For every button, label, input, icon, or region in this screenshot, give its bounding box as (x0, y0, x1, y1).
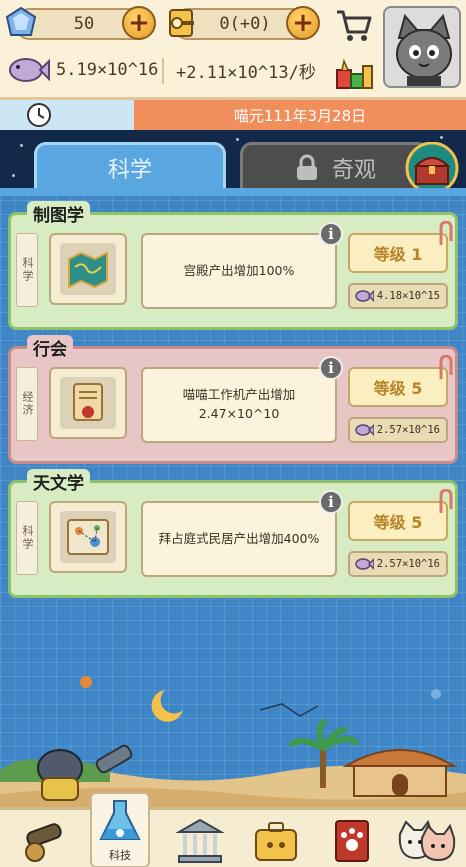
nav-cat-case[interactable] (246, 814, 306, 867)
gem-count: 50 (73, 14, 95, 34)
card-description: 宫殿产出增加100% (141, 233, 337, 309)
cat-avatar-icon (396, 13, 452, 86)
panel-top-edge (0, 188, 466, 196)
divider (162, 58, 164, 84)
desert-scenery (0, 676, 466, 807)
card-category-label: 行会 (27, 335, 73, 360)
card-description: 拜占庭式民居产出增加400% (141, 501, 337, 577)
paw-book-icon (335, 820, 369, 862)
cost-value: 2.57×10^16 (376, 424, 440, 436)
tech-panel: 科学 奇观 制图学 科学 宫殿产出增加100% i 等级 1 4.18×10^1… (0, 130, 466, 807)
nav-cannon[interactable] (14, 814, 74, 867)
card-category-label: 天文学 (27, 469, 90, 494)
planet-icon (80, 676, 92, 688)
tab-science[interactable]: 科学 (34, 142, 226, 190)
tech-card-astronomy: 天文学 科学 拜占庭式民居产出增加400% i 等级 5 2.57×10^16 (8, 469, 458, 598)
production-rate: +2.11×10^13/秒 (176, 62, 316, 83)
cost-value: 4.18×10^15 (376, 290, 440, 302)
upgrade-button[interactable]: 等级 5 (348, 367, 448, 407)
nav-tech-label: 科技 (109, 849, 131, 862)
upgrade-cost[interactable]: 4.18×10^15 (348, 283, 448, 309)
tab-wonder-label: 奇观 (331, 157, 376, 183)
nav-tech[interactable]: 科技 (90, 792, 150, 867)
tab-science-label: 科学 (107, 157, 152, 183)
game-date: 喵元111年3月28日 (233, 106, 367, 125)
gift-icon[interactable] (334, 54, 374, 92)
telescope-icon (95, 744, 133, 774)
temple-icon (175, 818, 225, 863)
fish-icon (355, 557, 374, 571)
paperclip-icon (439, 355, 453, 379)
card-side-label: 科学 (16, 233, 38, 307)
map-icon (68, 251, 108, 289)
player-avatar[interactable] (383, 6, 461, 88)
nav-paw-book[interactable] (322, 814, 382, 867)
info-button[interactable]: i (319, 356, 343, 380)
tab-wonder[interactable]: 奇观 (240, 142, 430, 190)
nav-cats[interactable] (396, 814, 456, 867)
key-count: 0(+0) (219, 14, 271, 34)
card-side-label: 经济 (16, 367, 38, 441)
nav-temple[interactable] (170, 814, 230, 867)
card-category-label: 制图学 (27, 201, 90, 226)
flask-icon (99, 800, 141, 840)
card-thumbnail (49, 233, 127, 305)
upgrade-cost[interactable]: 2.57×10^16 (348, 551, 448, 577)
cat-briefcase-icon (255, 822, 297, 861)
fish-total: 5.19×10^16 (56, 60, 159, 80)
add-gems-button[interactable]: + (122, 6, 156, 40)
cat-faces-icon (398, 819, 456, 862)
upgrade-button[interactable]: 等级 5 (348, 501, 448, 541)
moon-icon (151, 690, 183, 722)
scroll-icon (73, 383, 103, 421)
tech-card-guild: 行会 经济 喵喵工作机产出增加2.47×10^10 i 等级 5 2.57×10… (8, 335, 458, 464)
bottom-nav: 科技 (0, 792, 466, 867)
upgrade-button[interactable]: 等级 1 (348, 233, 448, 273)
lock-icon (296, 154, 317, 180)
card-thumbnail (49, 501, 127, 573)
fish-icon (355, 423, 374, 437)
add-keys-button[interactable]: + (286, 6, 320, 40)
planet-icon (431, 689, 441, 699)
fish-icon (9, 58, 50, 82)
shop-cart-icon[interactable] (334, 6, 374, 46)
cannon-icon (25, 823, 62, 862)
info-button[interactable]: i (319, 222, 343, 246)
gem-icon (5, 6, 37, 36)
star-chart-icon (67, 519, 109, 555)
clock-icon (27, 103, 51, 127)
card-description: 喵喵工作机产出增加2.47×10^10 (141, 367, 337, 443)
tech-card-cartography: 制图学 科学 宫殿产出增加100% i 等级 1 4.18×10^15 (8, 201, 458, 330)
palm-trunk (320, 748, 326, 788)
treasure-chest-icon[interactable] (404, 142, 460, 194)
constellation (259, 703, 319, 717)
date-bar: 喵元111年3月28日 (0, 100, 466, 130)
card-side-label: 科学 (16, 501, 38, 575)
paperclip-icon (439, 221, 453, 245)
card-thumbnail (49, 367, 127, 439)
fish-icon (355, 289, 374, 303)
cost-value: 2.57×10^16 (376, 558, 440, 570)
key-icon (169, 9, 194, 37)
info-button[interactable]: i (319, 490, 343, 514)
paperclip-icon (439, 489, 453, 513)
upgrade-cost[interactable]: 2.57×10^16 (348, 417, 448, 443)
house-roof (342, 749, 458, 767)
resource-bar: 50 + 0(+0) + 5.19×10^16 +2.11×10^13/秒 (0, 0, 466, 100)
